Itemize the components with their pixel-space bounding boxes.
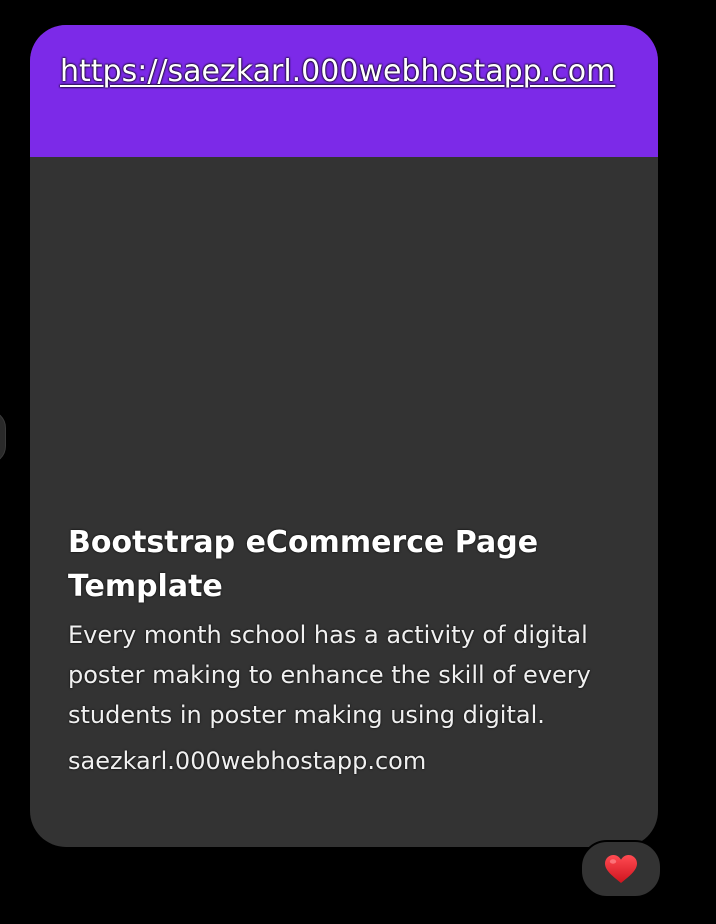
preview-description: Every month school has a activity of dig…	[68, 621, 591, 729]
link-preview[interactable]: Bootstrap eCommerce Page Template Every …	[68, 521, 618, 781]
message-link[interactable]: https://saezkarl.000webhostapp.com	[60, 51, 626, 93]
link-message-bubble[interactable]: https://saezkarl.000webhostapp.com Boots…	[30, 25, 658, 847]
chat-screen: https://saezkarl.000webhostapp.com Boots…	[0, 0, 716, 924]
preview-title: Bootstrap eCommerce Page Template	[68, 525, 539, 604]
link-header[interactable]: https://saezkarl.000webhostapp.com	[30, 25, 658, 157]
adjacent-message-edge	[0, 410, 6, 464]
preview-domain: saezkarl.000webhostapp.com	[68, 747, 427, 775]
heart-icon	[604, 854, 638, 884]
reaction-badge[interactable]	[580, 840, 662, 898]
